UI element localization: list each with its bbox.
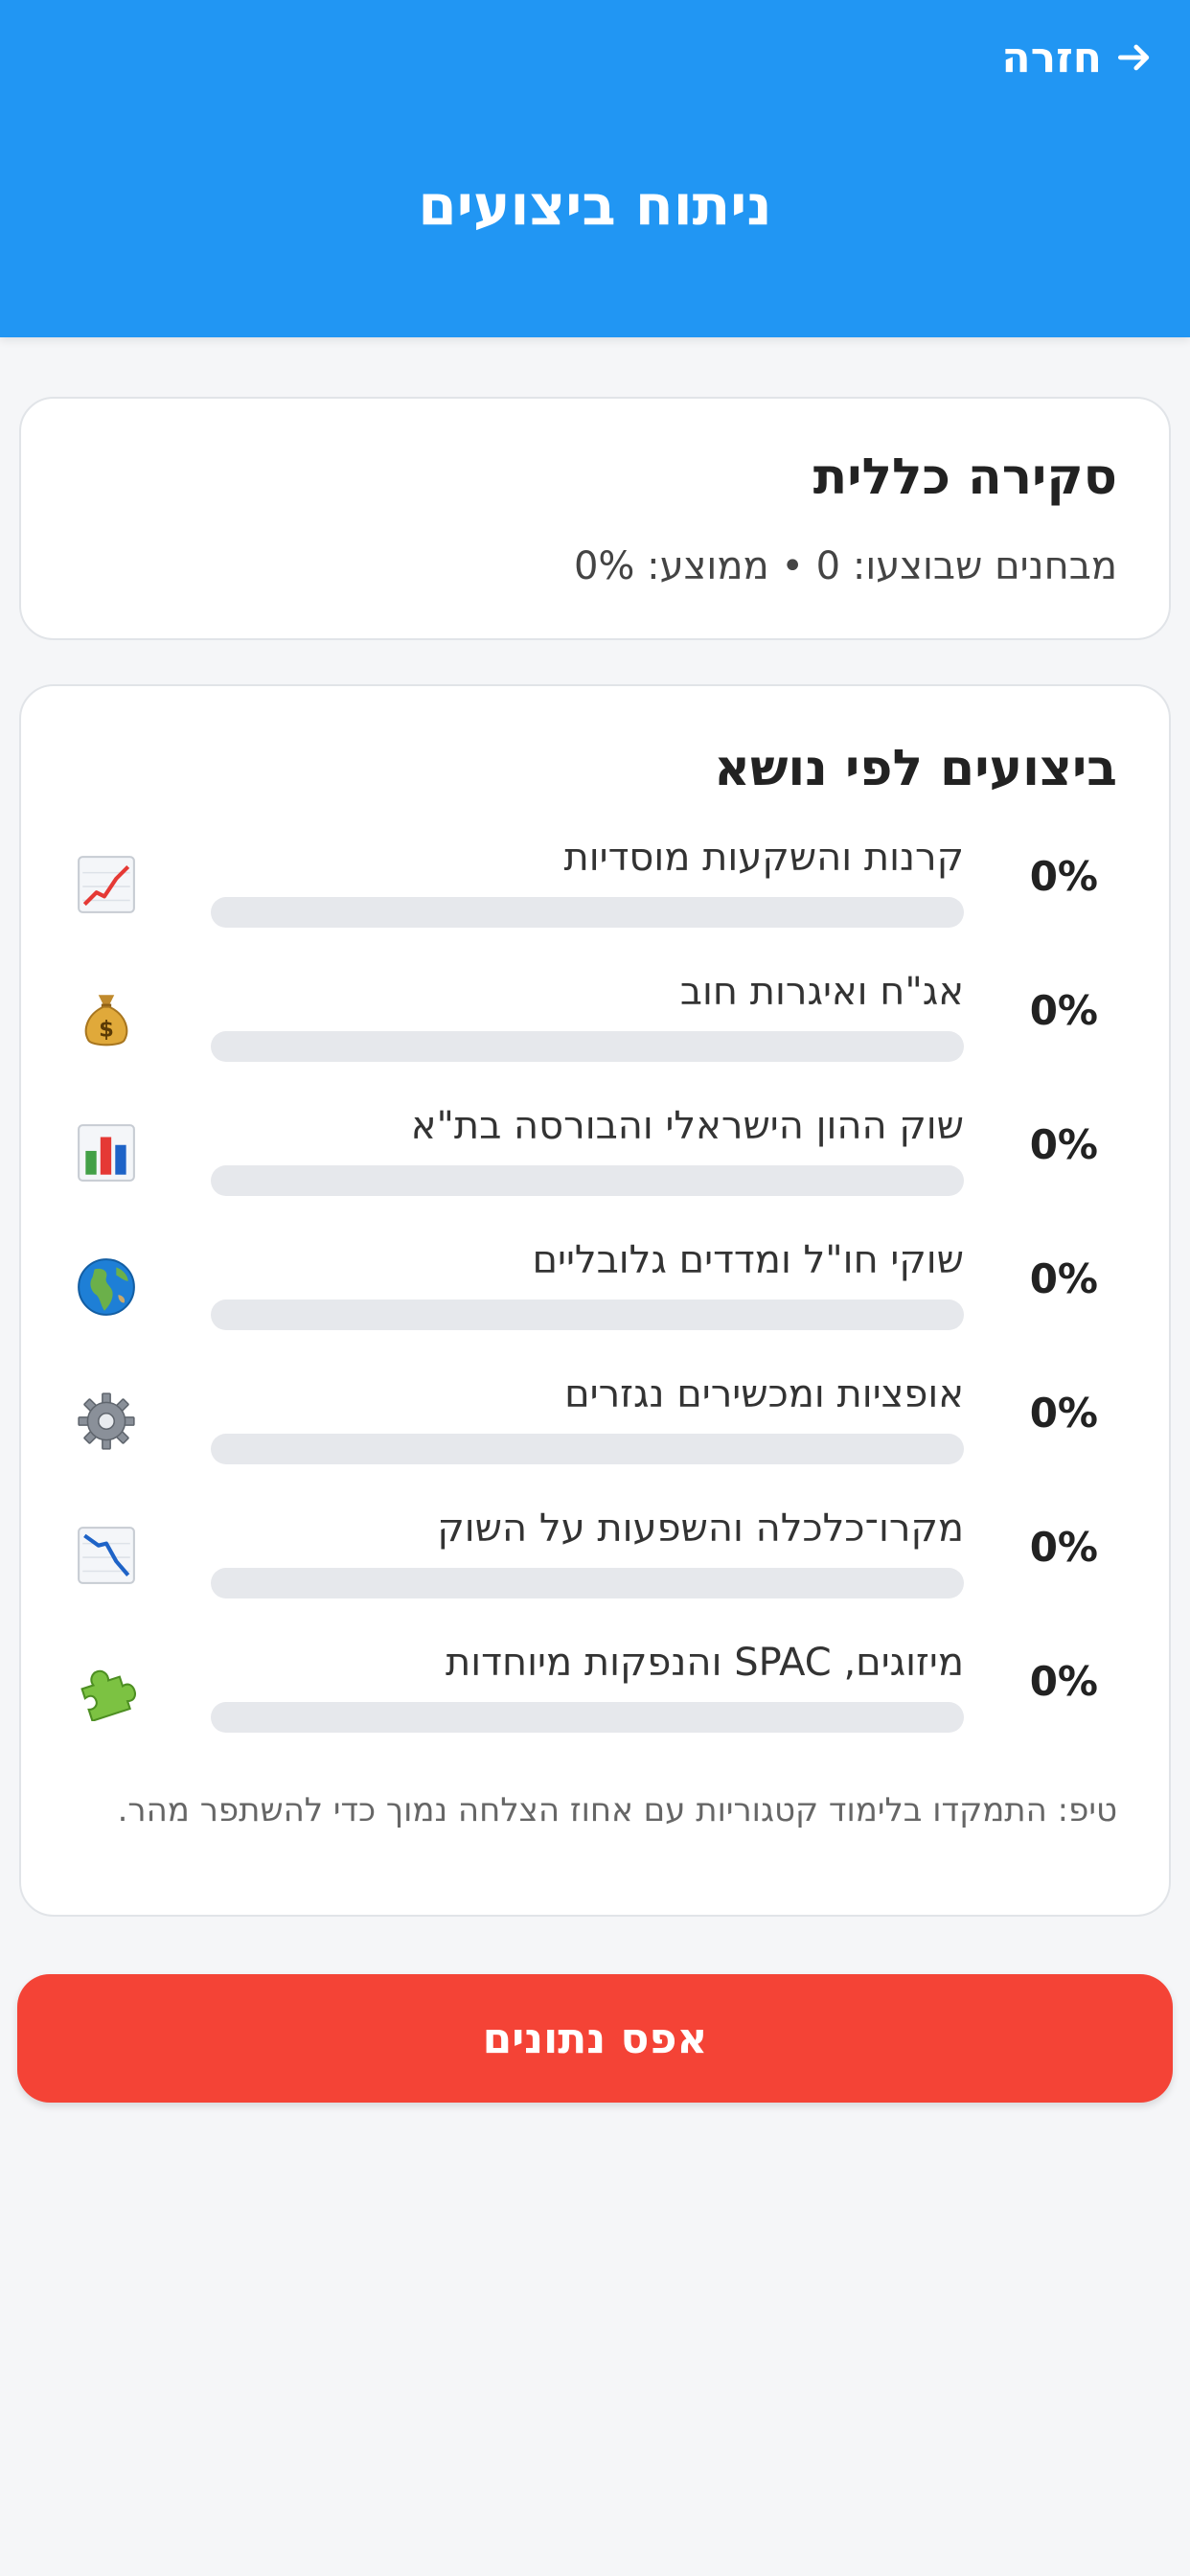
reset-data-button[interactable]: אפס נתונים [17,1974,1173,2103]
topic-percent: 0% [1029,1255,1098,1302]
topics-card: ביצועים לפי נושא 0% קרנות והשקעות מוסדיו… [19,684,1171,1917]
app-header: חזרה ניתוח ביצועים [0,0,1190,337]
topic-progress-track [211,1300,964,1330]
arrow-right-icon [1117,44,1150,71]
money-bag-icon: $ [75,987,138,1050]
topic-label: מיזוגים, SPAC והנפקות מיוחדות [445,1641,964,1685]
topic-row: 0% שוקי חו"ל ומדדים גלובליים [21,1238,1173,1353]
topic-label: מקרו־כלכלה והשפעות על השוק [437,1506,964,1551]
globe-icon [75,1255,138,1319]
back-button[interactable]: חזרה [1001,29,1156,86]
topic-row: 0% אופציות ומכשירים נגזרים [21,1372,1173,1487]
topic-progress-track [211,1434,964,1464]
topic-progress-track [211,1702,964,1733]
topic-percent: 0% [1029,1121,1098,1168]
back-label: חזרה [1001,33,1102,82]
page-title: ניתוח ביצועים [418,172,772,238]
topic-progress-track [211,1568,964,1598]
topic-percent: 0% [1029,987,1098,1034]
gear-icon [75,1390,138,1453]
topic-progress-track [211,897,964,928]
topics-title: ביצועים לפי נושא [714,740,1117,797]
topic-label: אג"ח ואיגרות חוב [679,970,964,1014]
topic-label: אופציות ומכשירים נגזרים [564,1372,964,1416]
topic-label: שוק ההון הישראלי והבורסה בת"א [410,1104,964,1148]
topic-row: 0% אג"ח ואיגרות חוב $ [21,970,1173,1085]
topic-row: 0% מקרו־כלכלה והשפעות על השוק [21,1506,1173,1622]
topic-label: שוקי חו"ל ומדדים גלובליים [532,1238,964,1282]
bar-chart-icon [75,1121,138,1184]
topic-row: 0% מיזוגים, SPAC והנפקות מיוחדות [21,1641,1173,1756]
topic-row: 0% קרנות והשקעות מוסדיות [21,836,1173,951]
svg-text:$: $ [99,1018,114,1043]
overview-title: סקירה כללית [812,448,1117,506]
topic-row: 0% שוק ההון הישראלי והבורסה בת"א [21,1104,1173,1219]
puzzle-icon [75,1658,138,1721]
topic-percent: 0% [1029,1390,1098,1437]
topic-label: קרנות והשקעות מוסדיות [563,836,964,880]
overview-stats: מבחנים שבוצעו: 0 • ממוצע: 0% [573,544,1117,588]
chart-down-icon [75,1524,138,1587]
tip-text: טיפ: התמקדו בלימוד קטגוריות עם אחוז הצלח… [117,1791,1117,1829]
chart-up-icon [75,853,138,916]
topic-progress-track [211,1165,964,1196]
topic-percent: 0% [1029,853,1098,900]
topic-progress-track [211,1031,964,1062]
topic-percent: 0% [1029,1658,1098,1705]
overview-card: סקירה כללית מבחנים שבוצעו: 0 • ממוצע: 0% [19,397,1171,640]
topic-percent: 0% [1029,1524,1098,1571]
